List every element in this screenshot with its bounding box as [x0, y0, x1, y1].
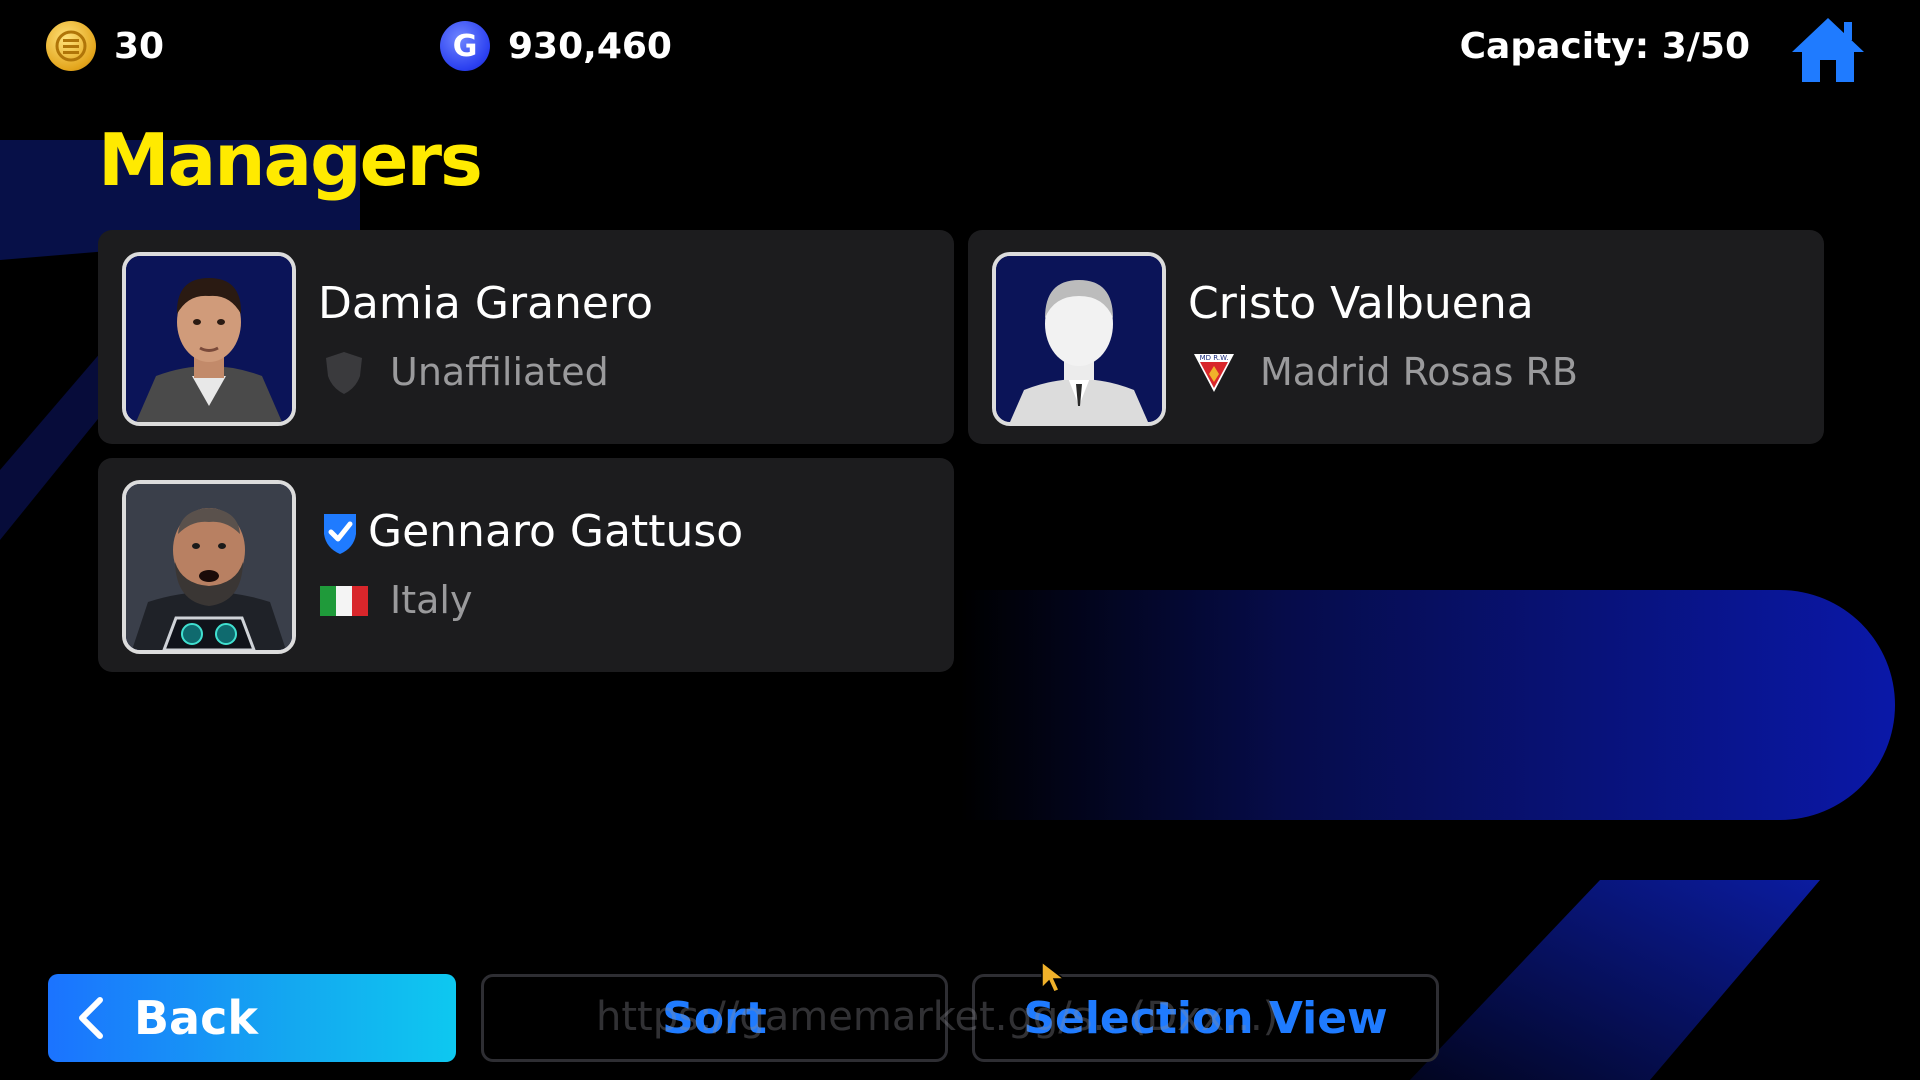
capacity-label: Capacity: 3/50 — [1459, 25, 1750, 67]
club-crest-icon: MD R.W. — [1194, 354, 1234, 392]
sort-button[interactable]: Sort — [481, 974, 948, 1062]
manager-name: Cristo Valbuena — [1188, 278, 1534, 329]
gp-icon-letter: G — [452, 28, 478, 64]
manager-portrait — [122, 252, 296, 426]
manager-name: Gennaro Gattuso — [368, 506, 744, 557]
manager-affiliation: Italy — [390, 578, 473, 622]
home-icon[interactable] — [1790, 14, 1866, 84]
manager-portrait-placeholder — [992, 252, 1166, 426]
crest-text: MD R.W. — [1200, 354, 1229, 362]
chevron-left-icon — [79, 997, 103, 1039]
manager-card-cristo-valbuena[interactable]: Cristo Valbuena MD R.W. Madrid Rosas RB — [968, 230, 1824, 444]
back-button[interactable]: Back — [48, 974, 456, 1062]
manager-card-damia-granero[interactable]: Damia Granero Unaffiliated — [98, 230, 954, 444]
manager-card-gennaro-gattuso[interactable]: Gennaro Gattuso Italy — [98, 458, 954, 672]
efootball-coin-value: 30 — [114, 25, 165, 67]
manager-affiliation: Unaffiliated — [390, 350, 609, 394]
efootball-coin-counter: 30 — [46, 18, 164, 74]
shield-icon — [326, 352, 362, 394]
gp-value: 930,460 — [508, 25, 672, 67]
efootball-coin-icon — [46, 21, 96, 71]
gp-counter: G 930,460 — [440, 18, 672, 74]
mouse-cursor-icon — [1041, 960, 1066, 993]
manager-portrait — [122, 480, 296, 654]
sort-label: Sort — [662, 992, 767, 1044]
manager-affiliation: Madrid Rosas RB — [1260, 350, 1578, 394]
back-label: Back — [134, 991, 258, 1045]
verified-badge-icon — [324, 514, 356, 554]
page-title: Managers — [98, 118, 483, 202]
manager-name: Damia Granero — [318, 278, 654, 329]
gp-coin-icon: G — [440, 21, 490, 71]
italy-flag-icon — [320, 586, 368, 616]
selection-view-label: Selection View — [1023, 992, 1388, 1044]
